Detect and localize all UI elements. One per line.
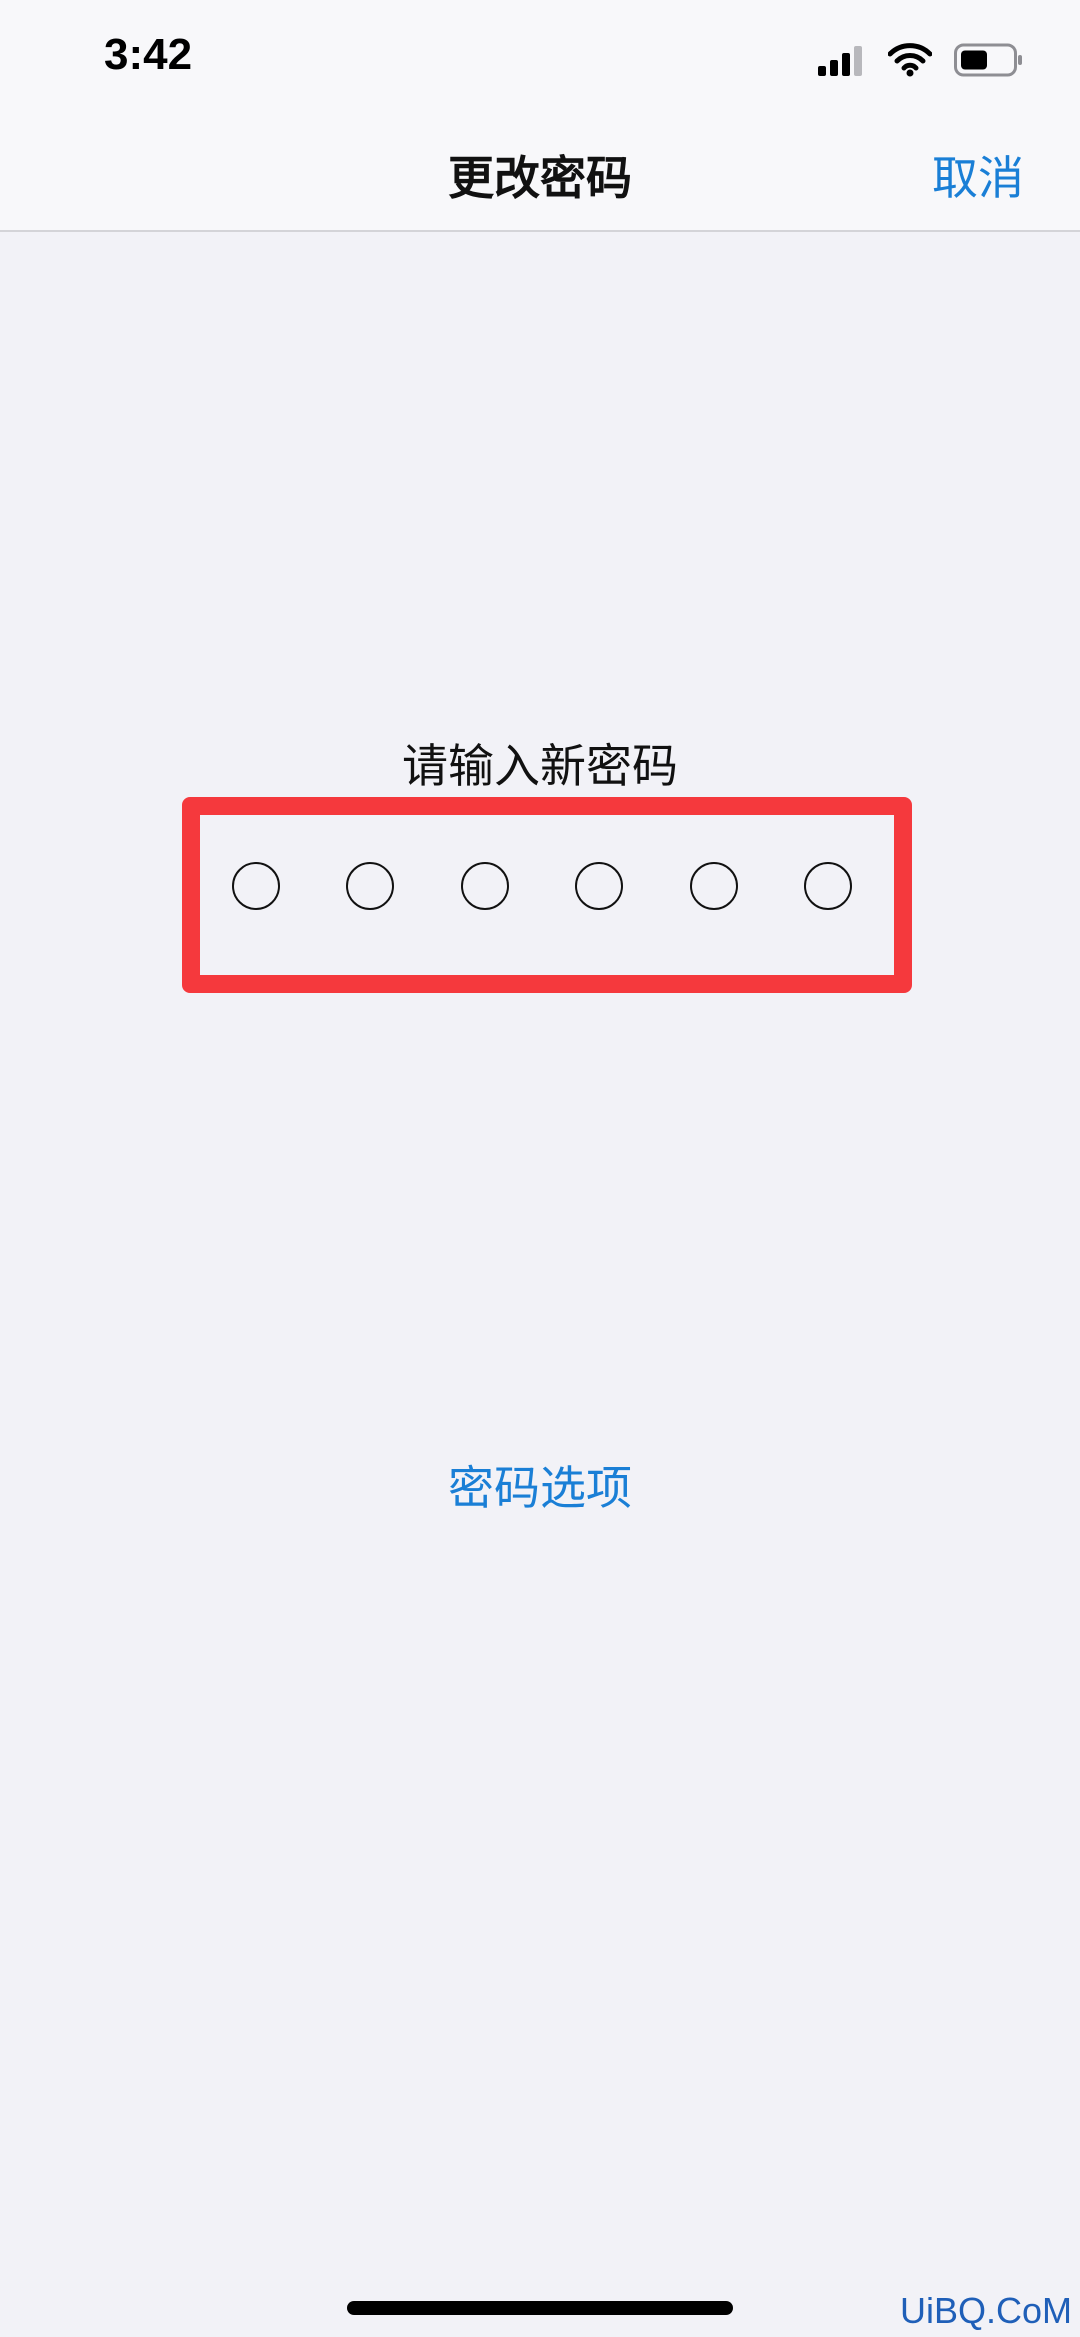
passcode-dots[interactable]	[232, 862, 852, 914]
home-indicator[interactable]	[347, 2301, 733, 2315]
passcode-dot-4	[575, 862, 624, 910]
passcode-dot-3	[460, 862, 509, 910]
battery-icon	[954, 43, 1022, 77]
passcode-options-link[interactable]: 密码选项	[0, 1452, 1080, 1518]
page-title: 更改密码	[448, 151, 632, 205]
passcode-dot-5	[689, 862, 738, 910]
watermark: UiBQ.CoM	[899, 2290, 1072, 2331]
status-icons	[818, 40, 1024, 80]
cellular-signal-icon	[818, 46, 862, 76]
passcode-prompt: 请输入新密码	[402, 739, 678, 793]
passcode-dot-1	[232, 862, 280, 910]
passcode-dot-2	[346, 862, 395, 910]
cancel-button[interactable]: 取消	[932, 142, 1024, 208]
status-bar: 3:42	[0, 0, 1080, 120]
passcode-dot-6	[803, 862, 852, 910]
wifi-icon	[888, 43, 932, 77]
nav-bar: 更改密码 取消	[0, 120, 1080, 232]
status-time: 3:42	[104, 30, 193, 79]
